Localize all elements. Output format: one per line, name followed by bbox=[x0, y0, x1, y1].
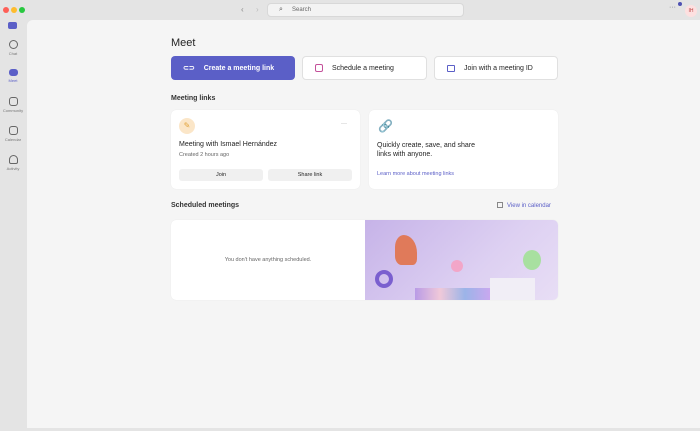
sidebar-item-community[interactable]: Community bbox=[0, 97, 26, 113]
chat-icon bbox=[8, 40, 18, 49]
meeting-link-card[interactable]: ✎ ··· Meeting with Ismael Hernández Crea… bbox=[171, 110, 360, 189]
search-placeholder: Search bbox=[292, 7, 312, 13]
balloon-shape bbox=[523, 250, 541, 270]
books-shape bbox=[415, 288, 490, 300]
zoom-window-button[interactable] bbox=[19, 7, 25, 13]
illustration bbox=[365, 220, 558, 300]
scheduled-meetings-heading: Scheduled meetings bbox=[171, 202, 240, 209]
minimize-window-button[interactable] bbox=[11, 7, 17, 13]
view-in-calendar-link[interactable]: View in calendar bbox=[497, 202, 551, 209]
status-dot bbox=[678, 2, 682, 6]
video-icon bbox=[8, 69, 18, 76]
info-text: Quickly create, save, and share links wi… bbox=[377, 142, 476, 158]
empty-state-text: You don't have anything scheduled. bbox=[224, 257, 312, 263]
link-label: View in calendar bbox=[507, 203, 551, 209]
id-icon bbox=[447, 64, 455, 72]
close-window-button[interactable] bbox=[3, 7, 9, 13]
chain-link-icon: 🔗 bbox=[378, 119, 393, 133]
button-label: Create a meeting link bbox=[203, 64, 275, 72]
join-button[interactable]: Join bbox=[179, 169, 263, 181]
more-options-button[interactable]: ··· bbox=[669, 4, 676, 11]
create-meeting-link-button[interactable]: ⊂⊃ Create a meeting link bbox=[171, 56, 295, 80]
meeting-created: Created 2 hours ago bbox=[179, 152, 230, 158]
megaphone-shape bbox=[395, 235, 417, 265]
join-with-id-button[interactable]: Join with a meeting ID bbox=[434, 56, 558, 80]
forward-icon[interactable]: › bbox=[256, 5, 259, 14]
sidebar-item-meet[interactable]: Meet bbox=[0, 69, 26, 83]
link-icon: ✎ bbox=[179, 118, 195, 134]
community-icon bbox=[8, 97, 18, 106]
sidebar-item-label: Chat bbox=[8, 51, 18, 56]
sidebar-item-label: Calendar bbox=[4, 137, 22, 142]
button-label: Schedule a meeting bbox=[332, 64, 394, 72]
more-options-button[interactable]: ··· bbox=[341, 121, 347, 127]
page-title: Meet bbox=[171, 37, 196, 49]
sidebar-item-activity[interactable]: Activity bbox=[0, 155, 26, 171]
meeting-title: Meeting with Ismael Hernández bbox=[179, 141, 278, 148]
calendar-icon bbox=[8, 126, 18, 135]
search-icon: ⌕ bbox=[279, 6, 283, 13]
box-shape bbox=[490, 278, 535, 300]
back-icon[interactable]: ‹ bbox=[241, 5, 244, 14]
info-card: 🔗 Quickly create, save, and share links … bbox=[369, 110, 558, 189]
calendar-icon bbox=[497, 202, 503, 208]
bell-icon bbox=[8, 155, 18, 164]
ring-shape bbox=[375, 270, 393, 288]
sidebar-item-calendar[interactable]: Calendar bbox=[0, 126, 26, 142]
meeting-links-heading: Meeting links bbox=[171, 95, 216, 102]
share-link-button[interactable]: Share link bbox=[268, 169, 352, 181]
sidebar-item-label: Activity bbox=[6, 166, 20, 171]
sidebar-item-label: Meet bbox=[8, 78, 18, 83]
link-icon: ⊂⊃ bbox=[183, 65, 195, 72]
avatar[interactable]: IH bbox=[685, 5, 697, 17]
ball-shape bbox=[451, 260, 463, 272]
button-label: Join with a meeting ID bbox=[464, 64, 533, 72]
sidebar-item-chat[interactable]: Chat bbox=[0, 40, 26, 56]
sidebar-item-label: Community bbox=[2, 108, 24, 113]
schedule-meeting-button[interactable]: Schedule a meeting bbox=[302, 56, 427, 80]
calendar-icon bbox=[315, 64, 323, 72]
teams-logo-icon bbox=[8, 22, 17, 29]
scheduled-meetings-card: You don't have anything scheduled. bbox=[171, 220, 558, 300]
search-input[interactable]: ⌕ Search bbox=[267, 3, 464, 17]
learn-more-link[interactable]: Learn more about meeting links bbox=[377, 171, 454, 177]
